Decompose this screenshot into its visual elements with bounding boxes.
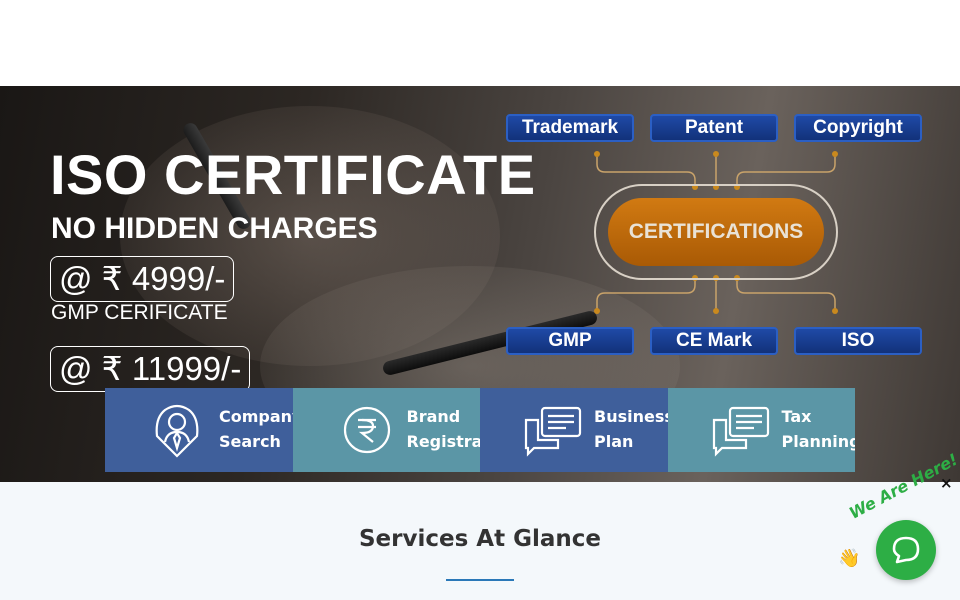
service-label: BrandRegistration xyxy=(406,407,481,451)
services-at-glance: Services At Glance xyxy=(0,482,960,600)
pill-patent: Patent xyxy=(650,114,778,142)
chat-icon xyxy=(892,536,920,564)
chat-widget-button[interactable] xyxy=(876,520,936,580)
hero-subtitle: NO HIDDEN CHARGES xyxy=(51,212,378,245)
service-tax-planning[interactable]: Tax Planning xyxy=(667,388,856,472)
close-icon[interactable]: × xyxy=(940,474,953,492)
hero-title: ISO CERTIFICATE xyxy=(50,143,536,206)
chat-document-icon xyxy=(524,406,582,457)
certifications-center: CERTIFICATIONS xyxy=(608,198,824,266)
service-company-search[interactable]: CompanySearch xyxy=(105,388,293,472)
service-label: Business Plan xyxy=(594,407,668,451)
person-tie-icon xyxy=(155,404,199,458)
pill-gmp: GMP xyxy=(506,327,634,355)
service-brand-registration[interactable]: BrandRegistration xyxy=(292,388,481,472)
rupee-icon xyxy=(343,406,390,454)
pill-ce-mark: CE Mark xyxy=(650,327,778,355)
service-label: Tax Planning xyxy=(781,407,856,451)
quick-services: CompanySearch BrandRegistration xyxy=(105,388,855,472)
chat-document-icon xyxy=(712,406,769,457)
pill-trademark: Trademark xyxy=(506,114,634,142)
price-primary: @ ₹ 4999/- xyxy=(50,256,235,302)
service-business-plan[interactable]: Business Plan xyxy=(480,388,668,472)
top-header xyxy=(0,0,960,86)
waving-hand-icon: 👋 xyxy=(838,548,861,569)
section-title: Services At Glance xyxy=(358,526,601,552)
pill-iso: ISO xyxy=(794,327,922,355)
hero-banner: ISO CERTIFICATE NO HIDDEN CHARGES @ ₹ 49… xyxy=(0,86,960,482)
title-underline xyxy=(446,579,514,581)
price-secondary: @ ₹ 11999/- xyxy=(50,346,251,392)
secondary-label: GMP CERIFICATE xyxy=(51,301,228,324)
pill-copyright: Copyright xyxy=(794,114,922,142)
service-label: CompanySearch xyxy=(219,407,293,451)
certifications-diagram: Trademark Patent Copyright CERTIFICATION… xyxy=(490,86,940,386)
